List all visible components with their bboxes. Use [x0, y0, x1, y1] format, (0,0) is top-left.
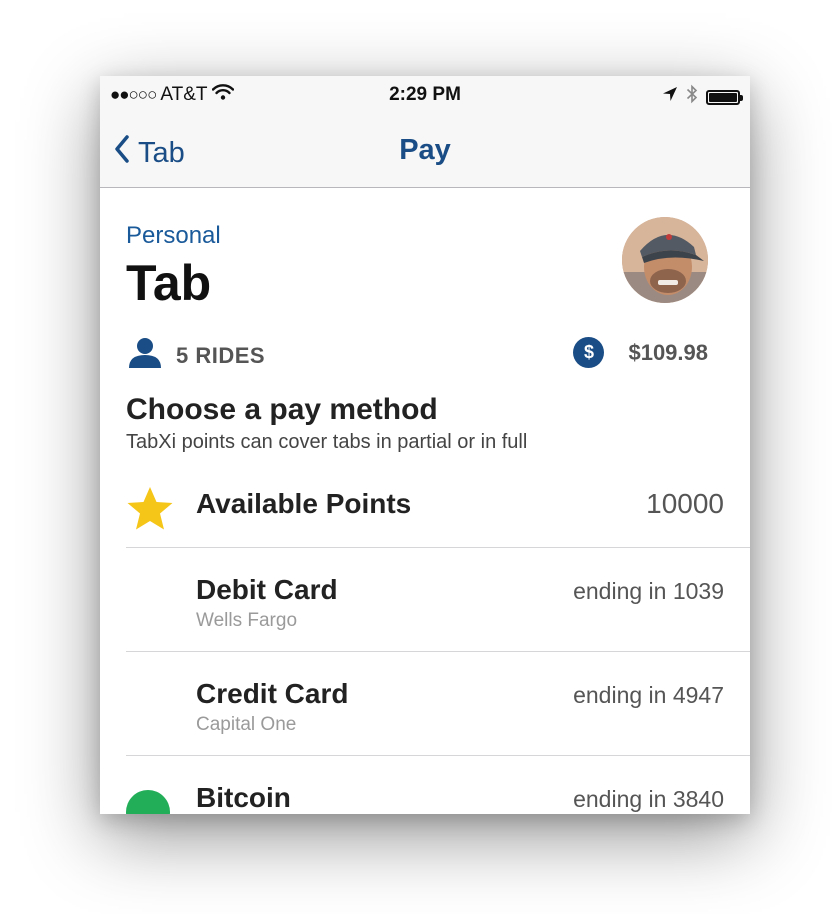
page-title: Tab [126, 255, 212, 311]
rides-count: 5 RIDES [128, 337, 265, 375]
pay-method-points[interactable]: Available Points 10000 [126, 480, 750, 548]
pay-method-description: TabXi points can cover tabs in partial o… [126, 431, 528, 453]
nav-title: Pay [399, 134, 451, 166]
pay-method-credit-card[interactable]: Credit Card Capital One ending in 4947 [126, 652, 750, 756]
tab-type-label: Personal [126, 222, 221, 249]
pay-method-list: Available Points 10000 Debit Card Wells … [126, 480, 750, 814]
pay-method-bitcoin[interactable]: Bitcoin ending in 3840 [126, 756, 750, 814]
avatar[interactable] [622, 217, 708, 303]
status-bar: ●●○○○ AT&T 2:29 PM [100, 76, 750, 114]
method-bank: Wells Fargo [196, 610, 298, 631]
pay-method-heading: Choose a pay method [126, 393, 438, 426]
status-right [662, 84, 743, 110]
location-arrow-icon [662, 86, 678, 108]
points-balance: 10000 [646, 488, 724, 519]
star-icon [126, 486, 174, 537]
person-icon [128, 337, 162, 375]
phone-screen: ●●○○○ AT&T 2:29 PM Tab Pay Personal Tab … [100, 76, 750, 814]
battery-icon [706, 89, 743, 105]
rides-label: 5 RIDES [176, 343, 266, 368]
bluetooth-icon [686, 84, 698, 110]
status-time: 2:29 PM [389, 84, 461, 105]
method-name: Credit Card [196, 678, 349, 709]
method-name: Bitcoin [196, 782, 291, 813]
pay-method-debit-card[interactable]: Debit Card Wells Fargo ending in 1039 [126, 548, 750, 652]
tab-amount: $ $109.98 [573, 337, 708, 368]
bitcoin-icon [126, 790, 170, 814]
card-ending: ending in 3840 [573, 786, 724, 812]
card-ending: ending in 1039 [573, 578, 724, 604]
tab-stats: 5 RIDES $ $109.98 [100, 333, 750, 393]
amount-value: $109.98 [628, 339, 708, 365]
method-name: Debit Card [196, 574, 338, 605]
method-bank: Capital One [196, 714, 297, 735]
dollar-icon: $ [573, 337, 605, 368]
tab-header: Personal Tab [100, 188, 750, 338]
navigation-bar: Tab Pay [100, 114, 750, 188]
pay-method-section: Choose a pay method TabXi points can cov… [100, 393, 750, 454]
method-name: Available Points [196, 488, 412, 519]
card-ending: ending in 4947 [573, 682, 724, 708]
